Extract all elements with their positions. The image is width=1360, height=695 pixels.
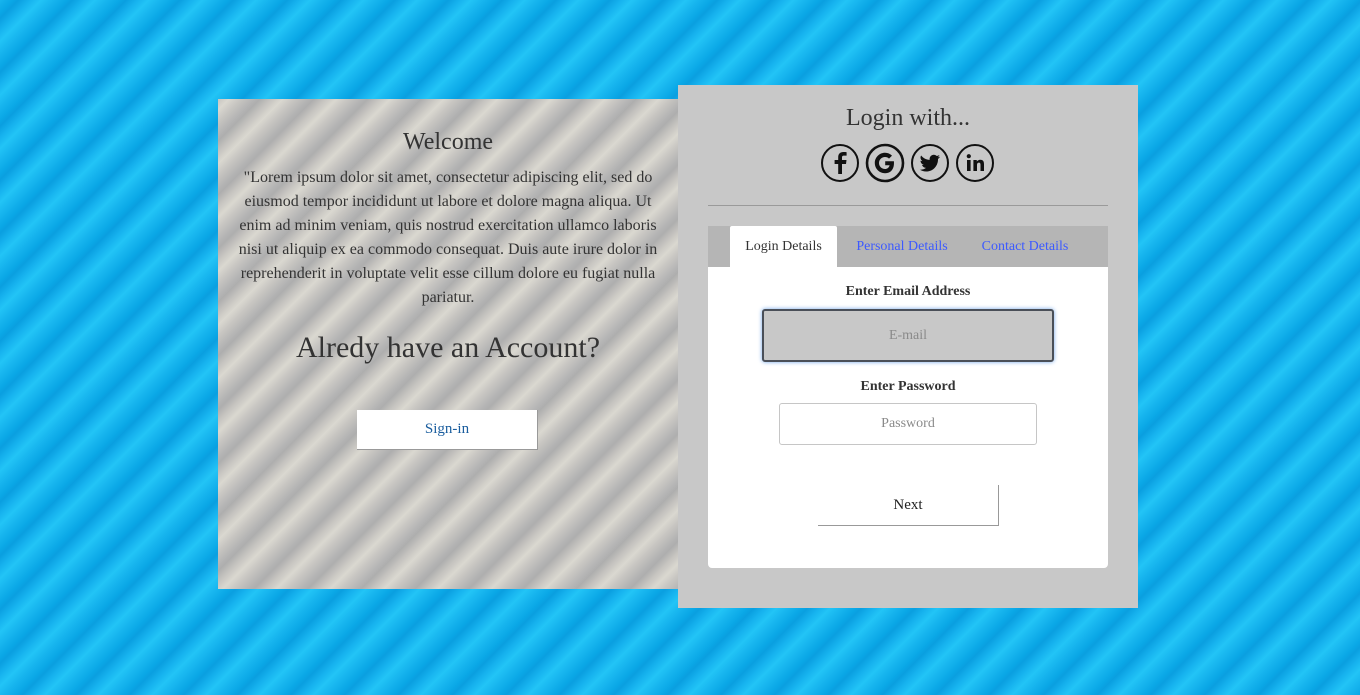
tab-login-details[interactable]: Login Details: [730, 226, 837, 267]
facebook-login-button[interactable]: [820, 143, 860, 183]
login-with-heading: Login with...: [846, 105, 970, 131]
tab-bar: Login Details Personal Details Contact D…: [708, 226, 1108, 267]
linkedin-icon: [956, 144, 994, 182]
twitter-login-button[interactable]: [910, 143, 950, 183]
google-login-button[interactable]: [865, 143, 905, 183]
welcome-title: Welcome: [402, 129, 494, 155]
sign-in-button[interactable]: Sign-in: [357, 410, 538, 450]
social-login-row: [820, 143, 996, 183]
next-button[interactable]: Next: [818, 485, 999, 526]
email-input[interactable]: [762, 309, 1054, 362]
linkedin-login-button[interactable]: [955, 143, 995, 183]
login-form: Enter Email Address Enter Password Next: [708, 267, 1108, 568]
account-prompt: Alredy have an Account?: [295, 331, 601, 364]
email-label: Enter Email Address: [845, 284, 971, 299]
google-icon: [865, 143, 905, 183]
password-input[interactable]: [779, 403, 1037, 445]
welcome-panel: Welcome "Lorem ipsum dolor sit amet, con…: [218, 99, 678, 589]
welcome-description: "Lorem ipsum dolor sit amet, consectetur…: [238, 169, 658, 306]
password-label: Enter Password: [860, 379, 956, 394]
section-divider: [708, 205, 1108, 206]
login-panel: Login with... Login Details Personal Det…: [678, 85, 1138, 608]
twitter-icon: [911, 144, 949, 182]
tab-contact-details[interactable]: Contact Details: [972, 226, 1078, 267]
facebook-icon: [821, 144, 859, 182]
tab-personal-details[interactable]: Personal Details: [847, 226, 957, 267]
